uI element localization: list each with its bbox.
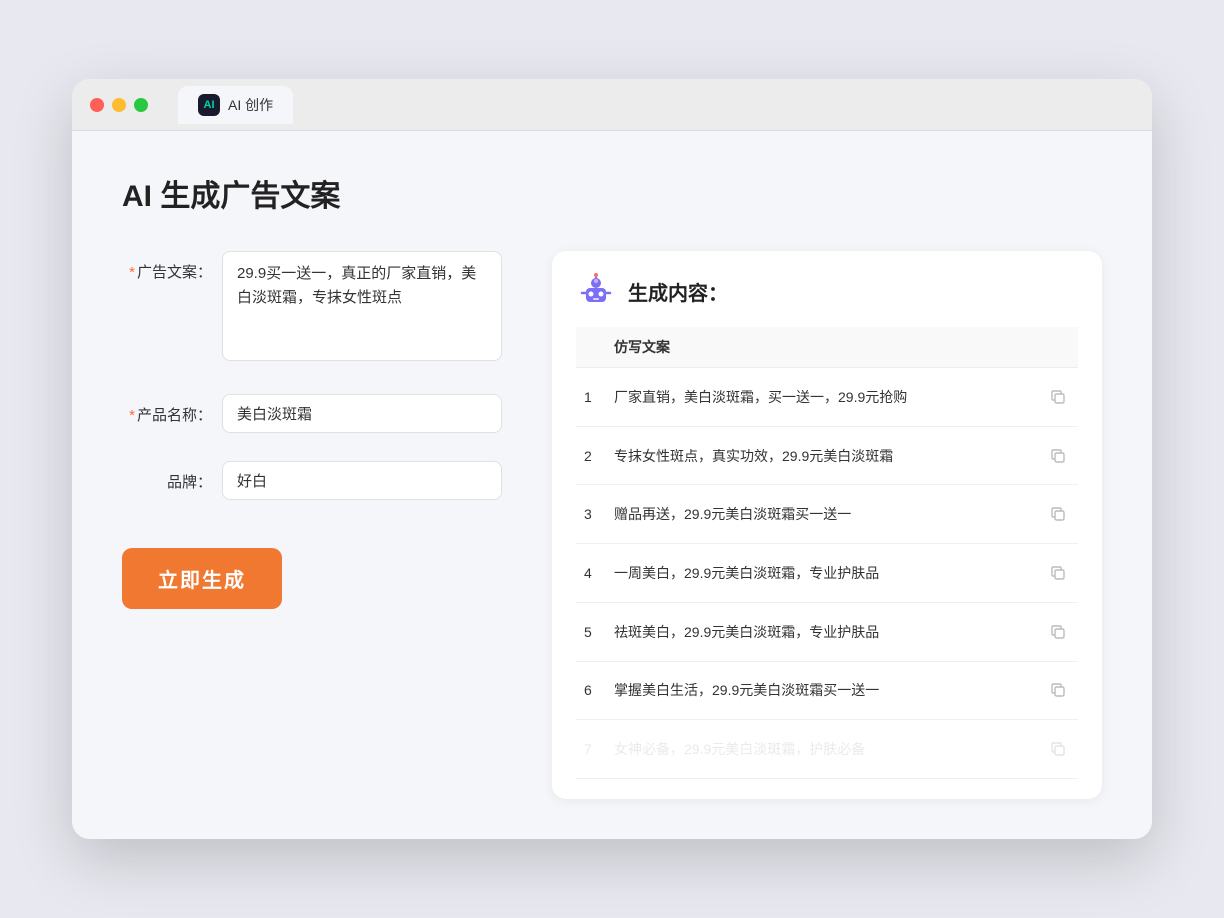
copy-button-cell[interactable] [1038,720,1078,779]
table-row: 3赠品再送，29.9元美白淡斑霜买一送一 [576,485,1078,544]
copy-icon[interactable] [1046,385,1070,409]
brand-input[interactable] [222,461,502,500]
row-number: 2 [576,426,606,485]
minimize-button[interactable] [112,98,126,112]
maximize-button[interactable] [134,98,148,112]
table-row: 6掌握美白生活，29.9元美白淡斑霜买一送一 [576,661,1078,720]
ad-copy-input[interactable]: 29.9买一送一，真正的厂家直销，美白淡斑霜，专抹女性斑点 [222,251,502,361]
copy-button-cell[interactable] [1038,368,1078,427]
tab-bar: AI AI 创作 [178,86,293,124]
main-layout: *广告文案： 29.9买一送一，真正的厂家直销，美白淡斑霜，专抹女性斑点 *产品… [122,251,1102,799]
tab-label: AI 创作 [228,95,273,115]
result-title: 生成内容： [628,277,728,306]
row-number: 7 [576,720,606,779]
form-panel: *广告文案： 29.9买一送一，真正的厂家直销，美白淡斑霜，专抹女性斑点 *产品… [122,251,502,799]
col-copy-header [1038,327,1078,368]
row-text: 掌握美白生活，29.9元美白淡斑霜买一送一 [606,661,1038,720]
row-text: 一周美白，29.9元美白淡斑霜，专业护肤品 [606,544,1038,603]
browser-window: AI AI 创作 AI 生成广告文案 *广告文案： 29.9买一送一，真正的厂家… [72,79,1152,839]
copy-button-cell[interactable] [1038,602,1078,661]
browser-content: AI 生成广告文案 *广告文案： 29.9买一送一，真正的厂家直销，美白淡斑霜，… [72,131,1152,839]
ad-copy-label: *广告文案： [122,251,212,282]
result-panel: 生成内容： 仿写文案 1厂家直销，美白淡斑霜，买一送一，29.9元抢购 [552,251,1102,799]
ad-copy-required: * [129,264,135,281]
copy-icon[interactable] [1046,620,1070,644]
brand-input-wrap [222,461,502,500]
copy-button-cell[interactable] [1038,661,1078,720]
traffic-lights [90,98,148,112]
copy-button-cell[interactable] [1038,426,1078,485]
result-table: 仿写文案 1厂家直销，美白淡斑霜，买一送一，29.9元抢购 2专抹女性斑点，真实… [576,327,1078,779]
product-name-row: *产品名称： [122,394,502,433]
copy-button-cell[interactable] [1038,485,1078,544]
row-text: 祛斑美白，29.9元美白淡斑霜，专业护肤品 [606,602,1038,661]
row-text: 专抹女性斑点，真实功效，29.9元美白淡斑霜 [606,426,1038,485]
brand-row: 品牌： [122,461,502,500]
titlebar: AI AI 创作 [72,79,1152,131]
product-name-input-wrap [222,394,502,433]
table-row: 5祛斑美白，29.9元美白淡斑霜，专业护肤品 [576,602,1078,661]
copy-icon[interactable] [1046,502,1070,526]
row-text: 女神必备，29.9元美白淡斑霜，护肤必备 [606,720,1038,779]
product-name-input[interactable] [222,394,502,433]
table-row: 7女神必备，29.9元美白淡斑霜，护肤必备 [576,720,1078,779]
ad-copy-row: *广告文案： 29.9买一送一，真正的厂家直销，美白淡斑霜，专抹女性斑点 [122,251,502,366]
copy-button-cell[interactable] [1038,544,1078,603]
col-num-header [576,327,606,368]
row-number: 6 [576,661,606,720]
col-text-header: 仿写文案 [606,327,1038,368]
row-number: 5 [576,602,606,661]
row-number: 1 [576,368,606,427]
row-number: 4 [576,544,606,603]
copy-icon[interactable] [1046,444,1070,468]
copy-icon[interactable] [1046,561,1070,585]
row-number: 3 [576,485,606,544]
row-text: 厂家直销，美白淡斑霜，买一送一，29.9元抢购 [606,368,1038,427]
copy-icon[interactable] [1046,737,1070,761]
generate-button[interactable]: 立即生成 [122,548,282,609]
table-row: 2专抹女性斑点，真实功效，29.9元美白淡斑霜 [576,426,1078,485]
close-button[interactable] [90,98,104,112]
ad-copy-input-wrap: 29.9买一送一，真正的厂家直销，美白淡斑霜，专抹女性斑点 [222,251,502,366]
table-row: 1厂家直销，美白淡斑霜，买一送一，29.9元抢购 [576,368,1078,427]
row-text: 赠品再送，29.9元美白淡斑霜买一送一 [606,485,1038,544]
product-name-label: *产品名称： [122,394,212,425]
robot-icon [576,271,616,311]
product-name-required: * [129,407,135,424]
table-row: 4一周美白，29.9元美白淡斑霜，专业护肤品 [576,544,1078,603]
copy-icon[interactable] [1046,678,1070,702]
brand-label: 品牌： [122,461,212,492]
page-title: AI 生成广告文案 [122,171,1102,215]
tab-ai-create[interactable]: AI AI 创作 [178,86,293,124]
ai-icon: AI [198,94,220,116]
result-header: 生成内容： [576,271,1078,311]
